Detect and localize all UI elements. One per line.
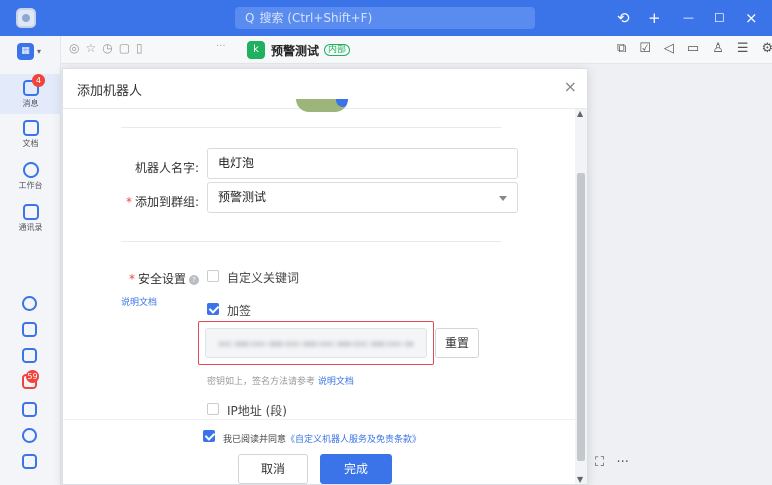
contacts-icon	[22, 204, 39, 220]
sidebar-item-label: 通讯录	[18, 223, 43, 232]
maximize-icon[interactable]: ☐	[714, 7, 725, 29]
chat-tab-group[interactable]: k 预警测试 内部	[247, 40, 351, 60]
doc-link[interactable]: 说明文档	[121, 295, 157, 308]
robot-name-label: 机器人名字:	[134, 161, 199, 175]
quick-tools-icons[interactable]: ◎☆◷▢▯	[69, 41, 149, 55]
dialog-footer: 我已阅读并同意《自定义机器人服务及免责条款》 取消 完成	[63, 419, 577, 484]
add-robot-dialog: 添加机器人 × 机器人名字: 电灯泡 * 添加到群组: 预警测试 * 安全设置? 说…	[62, 68, 588, 485]
cloud-icon[interactable]	[22, 296, 37, 311]
group-tag: 内部	[324, 44, 351, 56]
group-avatar: k	[247, 41, 265, 59]
keyword-checkbox[interactable]	[207, 270, 219, 282]
app-logo	[16, 8, 36, 28]
more-apps-icon[interactable]	[22, 454, 37, 469]
secret-key-input[interactable]	[205, 328, 427, 358]
scroll-up-icon[interactable]: ▲	[577, 109, 583, 118]
sidebar: ▦ ▾ 消息 4 文档 工作台 通讯录 59	[0, 36, 61, 485]
group-name: 预警测试	[271, 43, 320, 58]
cancel-button[interactable]: 取消	[238, 454, 308, 484]
more-icon[interactable]: ···	[216, 41, 226, 52]
group-select[interactable]: 预警测试	[207, 182, 518, 213]
chat-action-icons[interactable]: ⧉☑◁▭♙☰⚙	[617, 41, 772, 56]
ip-checkbox[interactable]	[207, 403, 219, 415]
sidebar-item-label: 工作台	[18, 181, 43, 190]
confirm-button[interactable]: 完成	[320, 454, 392, 484]
close-icon[interactable]: ×	[564, 78, 577, 96]
search-icon: Q	[245, 11, 255, 25]
doc-icon	[22, 120, 39, 136]
search-input[interactable]: Q 搜索 (Ctrl+Shift+F)	[235, 7, 535, 29]
history-icon[interactable]: ⟲	[617, 7, 630, 29]
add-icon[interactable]: +	[648, 7, 661, 29]
scroll-thumb[interactable]	[577, 173, 585, 461]
security-settings-label: * 安全设置?	[107, 270, 199, 287]
sidebar-item-label: 文档	[22, 139, 39, 148]
chat-toolbar: ◎☆◷▢▯ ··· k 预警测试 内部 ⧉☑◁▭♙☰⚙	[61, 36, 772, 64]
workbench-icon	[22, 162, 39, 178]
sidebar-item-contacts[interactable]: 通讯录	[0, 204, 61, 233]
sidebar-item-label: 消息	[22, 99, 39, 108]
sidebar-item-docs[interactable]: 文档	[0, 120, 61, 149]
apps-menu-button[interactable]: ▦ ▾	[17, 43, 44, 63]
scroll-down-icon[interactable]: ▼	[577, 475, 583, 484]
robot-name-input[interactable]: 电灯泡	[207, 148, 518, 179]
robot-avatar[interactable]	[296, 99, 348, 112]
robot-name-value: 电灯泡	[218, 156, 255, 170]
close-window-icon[interactable]: ×	[745, 7, 758, 29]
ip-option-label: IP地址 (段)	[227, 404, 287, 418]
unread-badge: 4	[32, 74, 45, 87]
terms-link[interactable]: 《自定义机器人服务及免责条款》	[286, 435, 421, 445]
secret-highlight-box	[198, 321, 434, 365]
chat-bottom-icons[interactable]: ⛶ ···	[595, 455, 629, 470]
reset-button[interactable]: 重置	[435, 328, 479, 358]
keyword-option-label: 自定义关键词	[227, 271, 300, 285]
title-bar: Q 搜索 (Ctrl+Shift+F) ⟲ + — ☐ ×	[0, 0, 772, 36]
mail-icon[interactable]	[22, 402, 37, 417]
apps-grid-icon: ▦	[17, 43, 34, 60]
group-select-value: 预警测试	[218, 190, 267, 204]
calendar-icon[interactable]	[22, 322, 37, 337]
minimize-icon[interactable]: —	[683, 7, 694, 29]
sidebar-item-workbench[interactable]: 工作台	[0, 162, 61, 191]
todo-icon[interactable]	[22, 348, 37, 363]
redacted-secret	[218, 341, 414, 347]
secret-hint: 密钥如上，签名方法请参考 说明文档	[207, 377, 354, 387]
agree-text: 我已阅读并同意《自定义机器人服务及免责条款》	[223, 435, 422, 445]
hint-doc-link[interactable]: 说明文档	[318, 377, 354, 387]
sidebar-item-messages[interactable]: 消息 4	[0, 74, 61, 114]
notification-badge: 59	[26, 370, 39, 383]
agree-checkbox[interactable]	[203, 430, 215, 442]
chevron-down-icon: ▾	[37, 47, 42, 56]
help-icon[interactable]: ?	[189, 275, 199, 285]
chevron-down-icon	[499, 196, 507, 201]
phone-icon[interactable]	[22, 428, 37, 443]
sign-option-label: 加签	[227, 304, 252, 318]
search-placeholder: 搜索 (Ctrl+Shift+F)	[259, 11, 373, 25]
group-select-label: * 添加到群组:	[125, 195, 199, 209]
divider	[121, 241, 501, 242]
sign-checkbox[interactable]	[207, 303, 219, 315]
dialog-title: 添加机器人	[77, 84, 143, 99]
divider	[121, 127, 501, 128]
dialog-scrollbar[interactable]: ▲ ▼	[575, 109, 587, 484]
